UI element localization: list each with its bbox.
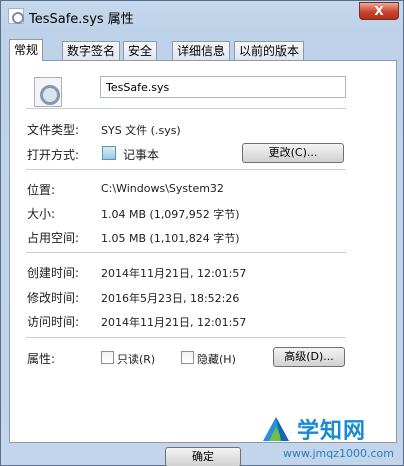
readonly-label[interactable]: 只读(R) <box>117 351 155 367</box>
open-with-label: 打开方式: <box>27 148 80 162</box>
accessed-label: 访问时间: <box>27 315 80 329</box>
size-label: 大小: <box>27 207 56 221</box>
watermark-url: www.jmqz1000.com <box>283 447 394 460</box>
open-with-value: 记事本 <box>123 148 160 162</box>
created-value: 2014年11月21日, 12:01:57 <box>101 267 247 280</box>
size-on-disk-label: 占用空间: <box>27 231 80 245</box>
change-button[interactable]: 更改(C)... <box>242 143 344 163</box>
divider <box>26 252 346 253</box>
divider <box>26 169 346 170</box>
tab-details[interactable]: 详细信息 <box>172 41 231 60</box>
watermark: 学知网 www.jmqz1000.com <box>259 409 404 466</box>
attributes-label: 属性: <box>27 352 56 366</box>
window-title: TesSafe.sys 属性 <box>29 12 134 27</box>
tab-security[interactable]: 安全 <box>123 41 158 60</box>
divider <box>26 337 346 338</box>
hidden-checkbox[interactable] <box>181 351 194 364</box>
accessed-value: 2014年11月21日, 12:01:57 <box>101 316 247 329</box>
tab-digital-signatures[interactable]: 数字签名 <box>62 41 121 60</box>
size-on-disk-value: 1.05 MB (1,101,824 字节) <box>101 232 240 245</box>
file-type-value: SYS 文件 (.sys) <box>101 124 181 137</box>
ok-button[interactable]: 确定 <box>165 447 241 466</box>
hidden-label[interactable]: 隐藏(H) <box>197 351 236 367</box>
location-value: C:\Windows\System32 <box>101 182 224 195</box>
modified-value: 2016年5月23日, 18:52:26 <box>101 292 240 305</box>
created-label: 创建时间: <box>27 266 80 280</box>
divider <box>26 108 346 109</box>
watermark-logo-icon <box>263 417 289 441</box>
modified-label: 修改时间: <box>27 291 80 305</box>
title-bar[interactable]: TesSafe.sys 属性 X <box>1 1 403 31</box>
readonly-checkbox[interactable] <box>101 351 114 364</box>
advanced-button[interactable]: 高级(D)... <box>273 347 345 367</box>
location-label: 位置: <box>27 183 56 197</box>
system-file-icon <box>34 77 62 107</box>
notepad-icon <box>102 146 116 160</box>
size-value: 1.04 MB (1,097,952 字节) <box>101 208 240 221</box>
file-type-label: 文件类型: <box>27 123 80 137</box>
close-button[interactable]: X <box>359 2 399 20</box>
file-icon <box>8 8 24 24</box>
properties-window: TesSafe.sys 属性 X 常规 数字签名 安全 详细信息 以前的版本 文… <box>0 0 404 466</box>
tab-general[interactable]: 常规 <box>9 39 44 61</box>
file-name-input[interactable] <box>100 76 346 98</box>
watermark-text: 学知网 <box>297 419 367 444</box>
general-panel: 文件类型: SYS 文件 (.sys) 打开方式: 记事本 更改(C)... 位… <box>9 60 397 443</box>
tab-previous-versions[interactable]: 以前的版本 <box>234 41 305 60</box>
